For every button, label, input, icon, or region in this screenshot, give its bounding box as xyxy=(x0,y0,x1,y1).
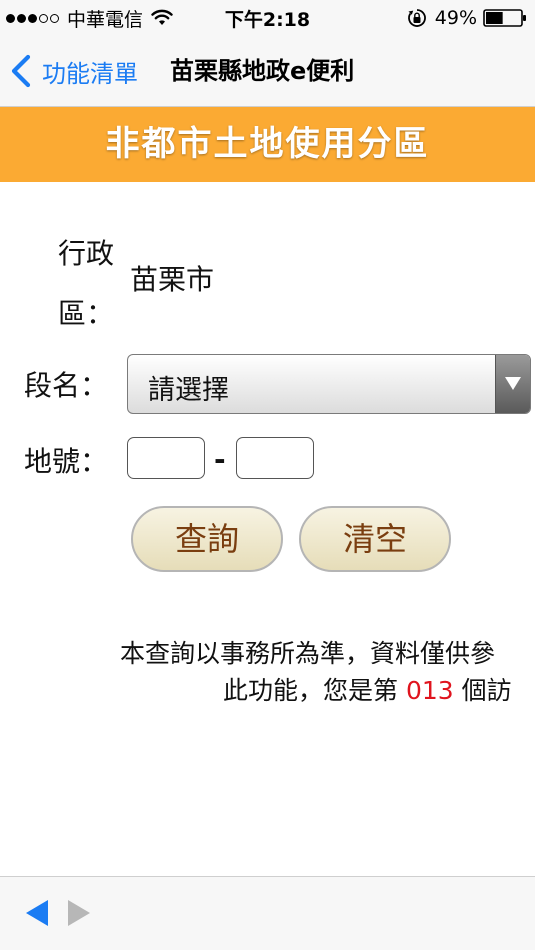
status-right: 49% xyxy=(407,5,527,31)
district-label: 行政 區： xyxy=(58,224,128,344)
visit-counter: 013 xyxy=(405,676,454,705)
rotation-lock-icon xyxy=(407,9,426,27)
notice-suffix: 個訪 xyxy=(453,676,512,705)
left-arrow-icon[interactable] xyxy=(24,898,50,928)
lot-number-label: 地號： xyxy=(24,445,109,478)
lot-main-number-input[interactable] xyxy=(127,437,205,479)
lot-sub-number-input[interactable] xyxy=(236,437,314,479)
district-value: 苗栗市 xyxy=(130,263,215,296)
notice-line-2: 此功能，您是第 013 個訪 xyxy=(223,671,512,707)
battery-icon xyxy=(483,9,526,27)
page-title: 苗栗縣地政e便利 xyxy=(170,57,355,85)
battery-percent: 49% xyxy=(434,7,477,29)
section-select-value: 請選擇 xyxy=(148,375,229,406)
section-label: 段名： xyxy=(24,369,109,402)
right-arrow-icon[interactable] xyxy=(66,898,92,928)
select-dropdown-button xyxy=(495,355,530,413)
back-label: 功能清單 xyxy=(42,59,138,88)
section-banner: 非都市土地使用分區 xyxy=(0,107,535,182)
navigation-bar: 功能清單 苗栗縣地政e便利 xyxy=(0,36,535,107)
query-button[interactable]: 查詢 xyxy=(131,506,283,572)
lot-number-separator: - xyxy=(214,443,226,476)
back-button[interactable]: 功能清單 xyxy=(10,52,138,90)
bottom-toolbar xyxy=(0,876,535,950)
notice-prefix: 此功能，您是第 xyxy=(223,676,406,705)
section-select[interactable]: 請選擇 xyxy=(127,354,531,414)
app-screen: 中華電信 下午2:18 49% 功能清單 苗栗縣地政e便利 非都市土地使用分區 … xyxy=(0,0,535,950)
district-label-line1: 行政 xyxy=(58,237,115,270)
clear-button[interactable]: 清空 xyxy=(299,506,451,572)
notice-line-1: 本查詢以事務所為準，資料僅供參 xyxy=(120,639,496,668)
dropdown-arrow-icon xyxy=(505,377,521,390)
district-label-line2: 區： xyxy=(58,297,115,330)
status-bar: 中華電信 下午2:18 49% xyxy=(0,0,535,36)
chevron-left-icon xyxy=(11,54,31,88)
